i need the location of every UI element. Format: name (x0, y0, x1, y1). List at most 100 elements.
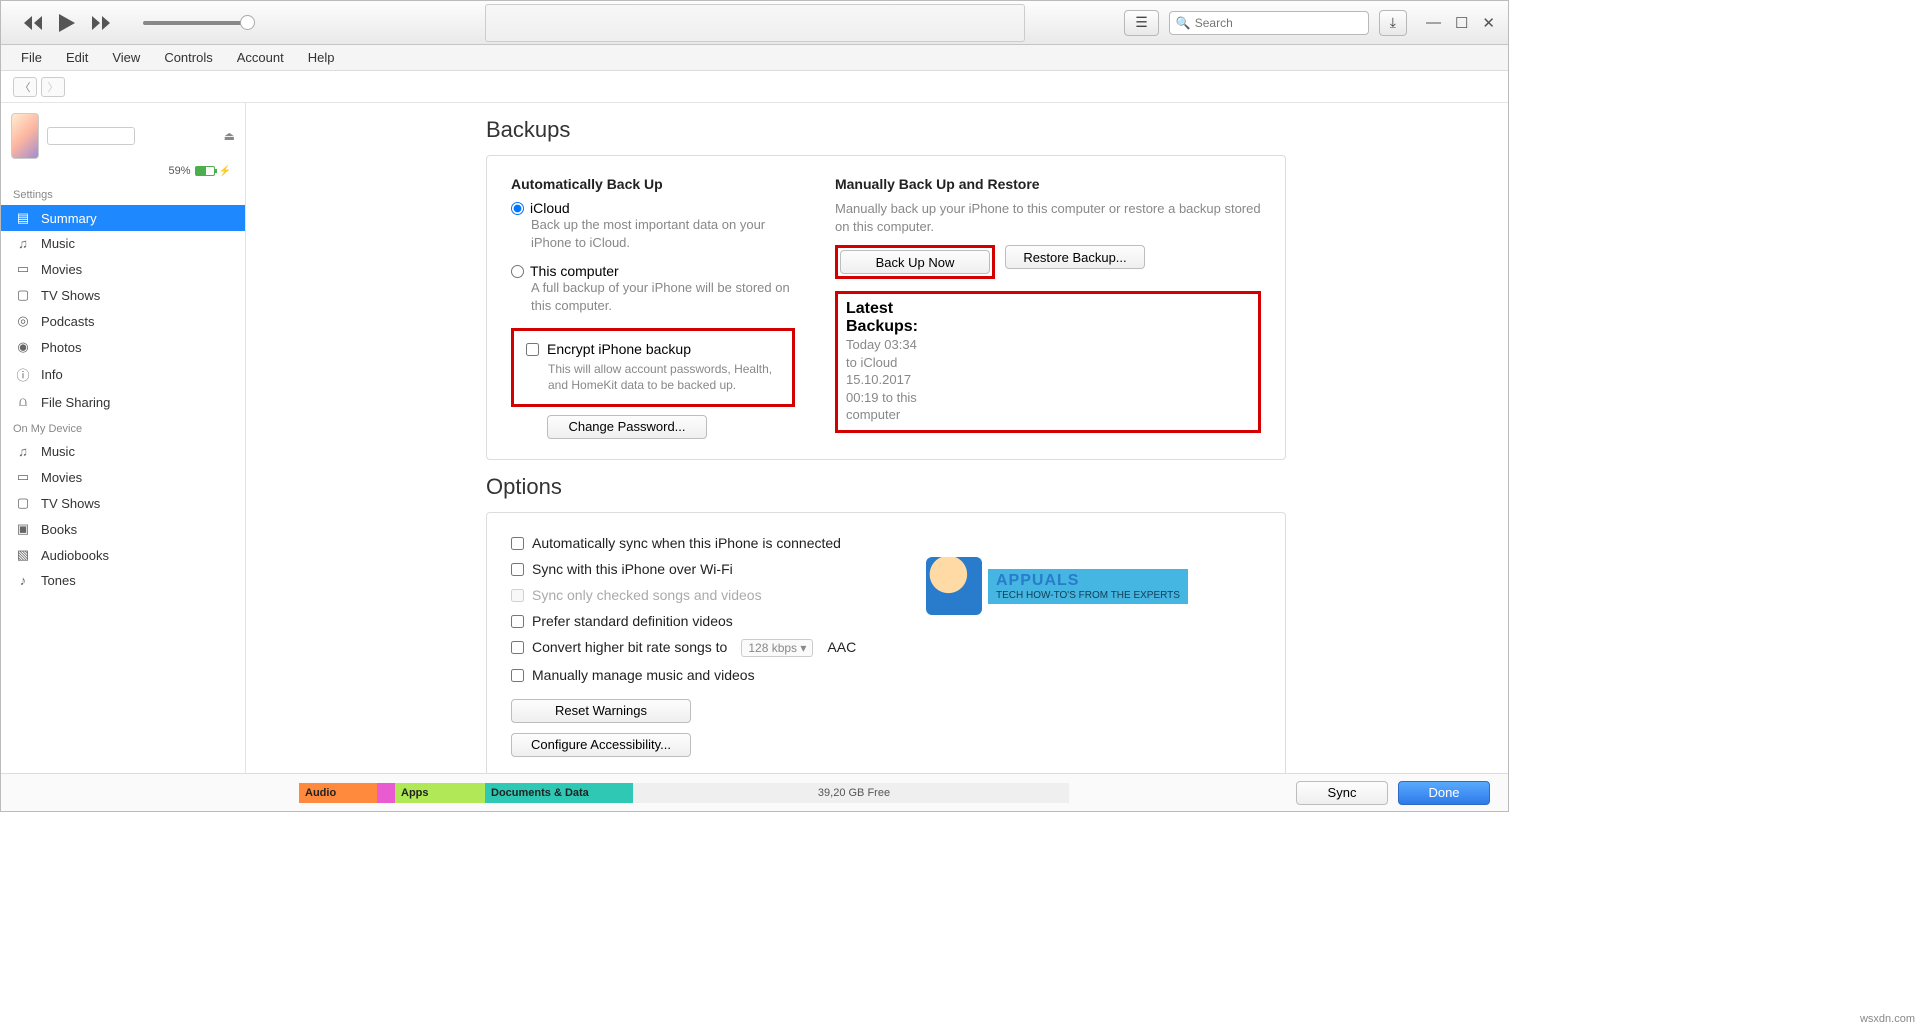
window-controls: — ☐ ✕ (1423, 14, 1498, 32)
sidebar-item-label: TV Shows (41, 496, 100, 511)
sidebar-settings-music[interactable]: ♫Music (1, 231, 245, 256)
encrypt-highlight-box: Encrypt iPhone backup This will allow ac… (511, 328, 795, 406)
sidebar-item-label: Music (41, 236, 75, 251)
sidebar-settings-summary[interactable]: ▤Summary (1, 205, 245, 231)
battery-icon (195, 166, 215, 176)
latest-backups-header: Latest Backups: (846, 300, 918, 335)
menu-account[interactable]: Account (227, 47, 294, 68)
menu-view[interactable]: View (102, 47, 150, 68)
nav-forward-button[interactable]: 〉 (41, 77, 65, 97)
charging-icon: ⚡ (219, 166, 231, 177)
sidebar-header-device: On My Device (1, 415, 245, 439)
done-button[interactable]: Done (1398, 781, 1490, 805)
nav-back-button[interactable]: 〈 (13, 77, 37, 97)
nav-bar: 〈 〉 (1, 71, 1508, 103)
opt-auto-sync-row[interactable]: Automatically sync when this iPhone is c… (511, 535, 1261, 551)
latest-backups-highlight: Latest Backups: Today 03:34 to iCloud 15… (835, 291, 1261, 433)
sidebar-settings-info[interactable]: ⓘInfo (1, 360, 245, 389)
sidebar-settings-icon: ◎ (15, 313, 31, 329)
menu-controls[interactable]: Controls (154, 47, 222, 68)
sidebar-device-icon: ▭ (15, 469, 31, 485)
sidebar-item-label: Photos (41, 340, 81, 355)
battery-row: 59% ⚡ (1, 165, 245, 181)
sidebar-settings-tv-shows[interactable]: ▢TV Shows (1, 282, 245, 308)
eject-icon[interactable]: ⏏ (224, 129, 235, 143)
backups-panel: Automatically Back Up iCloud Back up the… (486, 155, 1286, 460)
sidebar-device-icon: ♫ (15, 444, 31, 459)
sidebar-device-icon: ♪ (15, 573, 31, 588)
sidebar: ⏏ 59% ⚡ Settings ▤Summary♫Music▭Movies▢T… (1, 103, 246, 773)
search-field[interactable] (1195, 16, 1362, 30)
minimize-icon[interactable]: — (1423, 14, 1444, 32)
previous-icon[interactable] (23, 13, 43, 33)
sidebar-device-tones[interactable]: ♪Tones (1, 568, 245, 593)
download-button[interactable]: ⤓ (1379, 10, 1407, 36)
volume-knob[interactable] (240, 15, 255, 30)
radio-icloud[interactable] (511, 202, 524, 215)
play-icon[interactable] (57, 13, 77, 33)
opt-sd-row[interactable]: Prefer standard definition videos (511, 613, 1261, 629)
sidebar-settings-icon: ⓘ (15, 365, 31, 384)
sidebar-device-music[interactable]: ♫Music (1, 439, 245, 464)
toolbar-right: ☰ 🔍 ⤓ — ☐ ✕ (1124, 10, 1498, 36)
bitrate-select[interactable]: 128 kbps ▾ (741, 639, 813, 657)
sidebar-settings-icon: ▭ (15, 261, 31, 277)
sidebar-settings-movies[interactable]: ▭ Movies (1, 256, 245, 282)
volume-slider[interactable] (143, 21, 253, 25)
search-icon: 🔍 (1176, 16, 1191, 30)
opt-wifi-label: Sync with this iPhone over Wi-Fi (532, 561, 733, 577)
section-title-options: Options (486, 474, 1286, 500)
opt-manual-label: Manually manage music and videos (532, 667, 755, 683)
device-name-input[interactable] (47, 127, 135, 145)
configure-accessibility-button[interactable]: Configure Accessibility... (511, 733, 691, 757)
search-input[interactable]: 🔍 (1169, 11, 1369, 35)
reset-warnings-button[interactable]: Reset Warnings (511, 699, 691, 723)
opt-manual-row[interactable]: Manually manage music and videos (511, 667, 1261, 683)
checkbox-sd[interactable] (511, 615, 524, 628)
backup-now-highlight: Back Up Now (835, 245, 995, 279)
device-thumbnail-icon (11, 113, 39, 159)
radio-thispc[interactable] (511, 265, 524, 278)
battery-percent: 59% (169, 165, 191, 177)
checkbox-wifi[interactable] (511, 563, 524, 576)
close-icon[interactable]: ✕ (1479, 14, 1498, 32)
sidebar-settings-photos[interactable]: ◉Photos (1, 334, 245, 360)
latest-backup-2: 15.10.2017 00:19 to this computer (846, 371, 918, 424)
sidebar-device-books[interactable]: ▣Books (1, 516, 245, 542)
body: ⏏ 59% ⚡ Settings ▤Summary♫Music▭Movies▢T… (1, 103, 1508, 773)
sync-button[interactable]: Sync (1296, 781, 1388, 805)
maximize-icon[interactable]: ☐ (1452, 14, 1471, 32)
change-password-button[interactable]: Change Password... (547, 415, 707, 439)
checkbox-bitrate[interactable] (511, 641, 524, 654)
sidebar-settings-podcasts[interactable]: ◎Podcasts (1, 308, 245, 334)
opt-bitrate-row[interactable]: Convert higher bit rate songs to128 kbps… (511, 639, 1261, 657)
sidebar-settings-icon: ⩍ (15, 394, 31, 410)
opt-auto-sync-label: Automatically sync when this iPhone is c… (532, 535, 841, 551)
sidebar-device-movies[interactable]: ▭Movies (1, 464, 245, 490)
capacity-docs: Documents & Data (485, 783, 633, 803)
list-view-button[interactable]: ☰ (1124, 10, 1159, 36)
bottom-bar: Audio Apps Documents & Data 39,20 GB Fre… (1, 773, 1508, 811)
opt-wifi-row[interactable]: Sync with this iPhone over Wi-Fi (511, 561, 1261, 577)
sidebar-device-audiobooks[interactable]: ▧Audiobooks (1, 542, 245, 568)
sidebar-settings-file-sharing[interactable]: ⩍File Sharing (1, 389, 245, 415)
restore-backup-button[interactable]: Restore Backup... (1005, 245, 1145, 269)
next-icon[interactable] (91, 13, 111, 33)
menu-file[interactable]: File (11, 47, 52, 68)
checkbox-manual[interactable] (511, 669, 524, 682)
menu-edit[interactable]: Edit (56, 47, 98, 68)
sidebar-item-label: Movies (41, 262, 82, 277)
backup-now-button[interactable]: Back Up Now (840, 250, 990, 274)
auto-backup-header: Automatically Back Up (511, 176, 795, 192)
sidebar-item-label: TV Shows (41, 288, 100, 303)
sidebar-item-label: Audiobooks (41, 548, 109, 563)
menu-help[interactable]: Help (298, 47, 345, 68)
checkbox-auto-sync[interactable] (511, 537, 524, 550)
sidebar-device-tv-shows[interactable]: ▢TV Shows (1, 490, 245, 516)
radio-thispc-row[interactable]: This computer (511, 263, 795, 279)
thispc-subtext: A full backup of your iPhone will be sto… (531, 279, 795, 314)
radio-icloud-row[interactable]: iCloud (511, 200, 795, 216)
checkbox-encrypt[interactable] (526, 343, 539, 356)
sidebar-settings-icon: ▤ (15, 210, 31, 226)
auto-backup-col: Automatically Back Up iCloud Back up the… (511, 176, 795, 439)
